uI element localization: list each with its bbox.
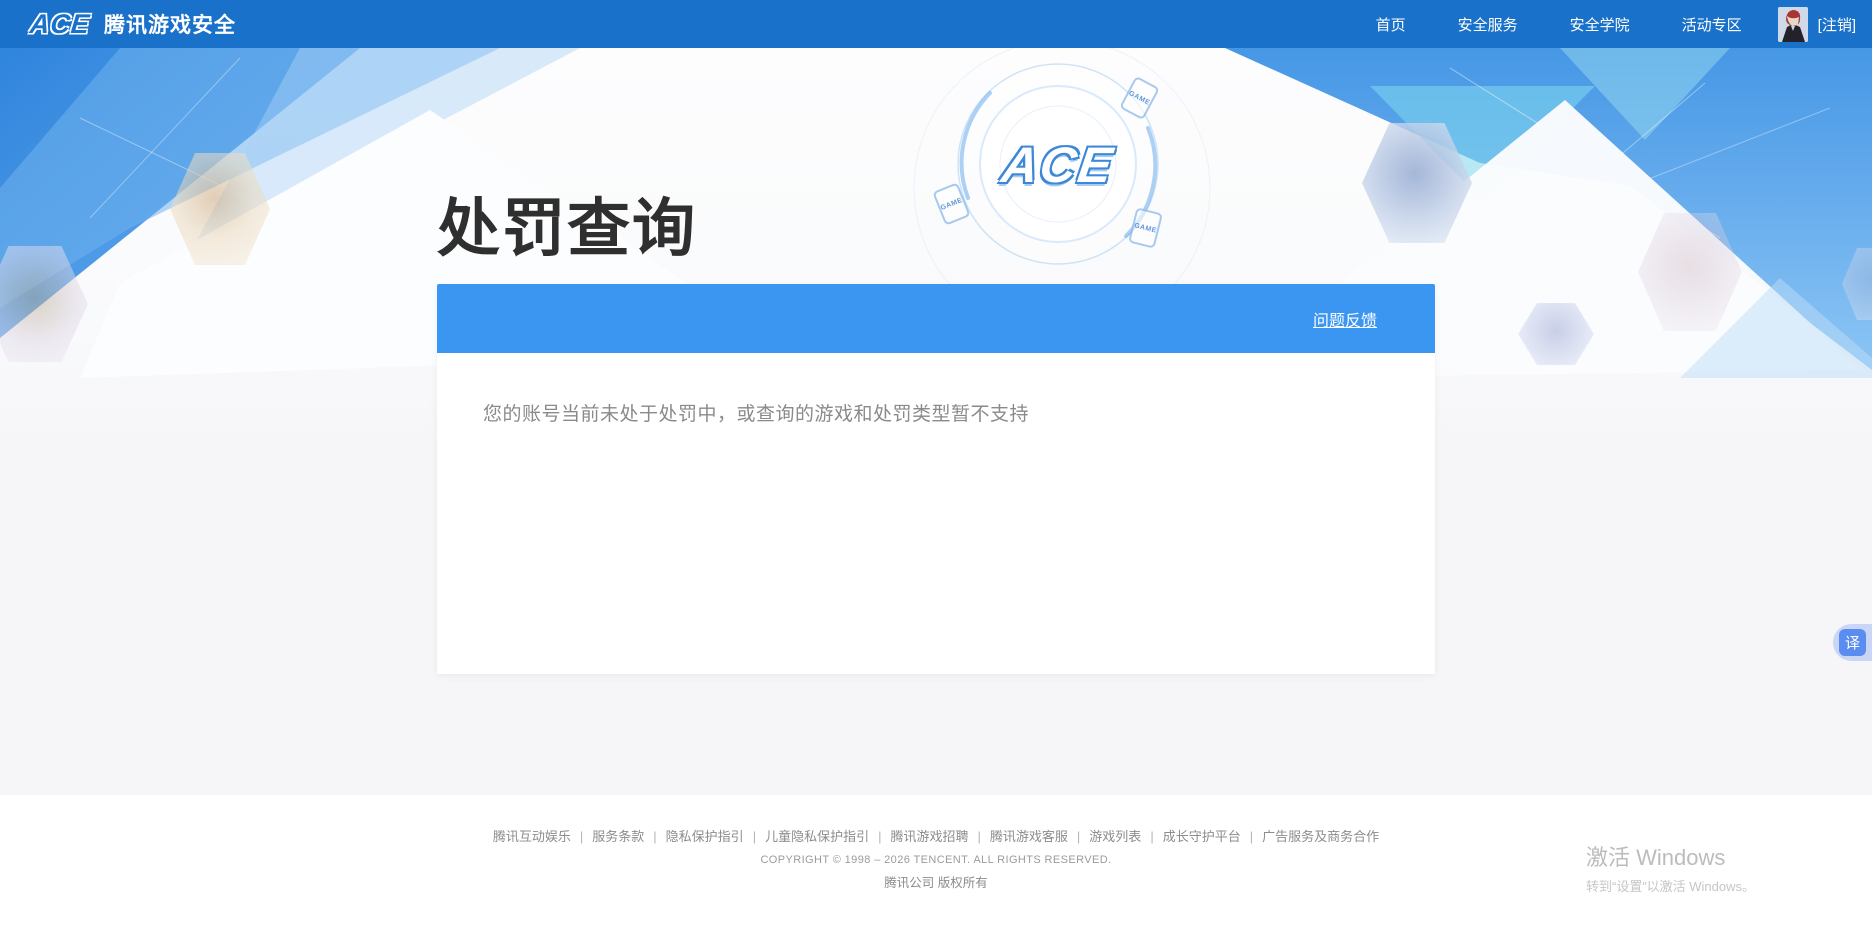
card-body: 您的账号当前未处于处罚中，或查询的游戏和处罚类型暂不支持 [437, 353, 1435, 674]
link-separator: | [1077, 829, 1080, 844]
footer-link[interactable]: 腾讯游戏招聘 [890, 829, 968, 844]
link-separator: | [753, 829, 756, 844]
card-header: 问题反馈 [437, 284, 1435, 353]
footer-link[interactable]: 服务条款 [592, 829, 644, 844]
navbar-right: 首页 安全服务 安全学院 活动专区 [注销] [1376, 0, 1856, 48]
site-logo[interactable]: ACE 腾讯游戏安全 [30, 9, 236, 40]
page: ACE 腾讯游戏安全 首页 安全服务 安全学院 活动专区 [注销] [0, 0, 1872, 935]
footer-link[interactable]: 儿童隐私保护指引 [765, 829, 869, 844]
link-separator: | [653, 829, 656, 844]
avatar[interactable] [1778, 7, 1808, 42]
link-separator: | [978, 829, 981, 844]
page-title: 处罚查询 [437, 178, 697, 269]
nav-item-security-services[interactable]: 安全服务 [1458, 14, 1518, 35]
translate-icon: 译 [1839, 629, 1866, 656]
hero-ace-emblem: ACE GAME GAME GAME [930, 58, 1186, 274]
link-separator: | [878, 829, 881, 844]
nav-item-security-academy[interactable]: 安全学院 [1570, 14, 1630, 35]
query-result-message: 您的账号当前未处于处罚中，或查询的游戏和处罚类型暂不支持 [437, 353, 1435, 426]
emblem-ace-text: ACE [998, 136, 1118, 194]
footer-links: 腾讯互动娱乐 | 服务条款 | 隐私保护指引 | 儿童隐私保护指引 | 腾讯游戏招聘 | 腾讯游戏客… [0, 826, 1872, 845]
translate-button[interactable]: 译 [1833, 624, 1872, 661]
footer-link[interactable]: 成长守护平台 [1163, 829, 1241, 844]
avatar-image [1778, 7, 1808, 42]
logout-link[interactable]: [注销] [1818, 14, 1856, 35]
footer: 腾讯互动娱乐 | 服务条款 | 隐私保护指引 | 儿童隐私保护指引 | 腾讯游戏招聘 | 腾讯游戏客… [0, 795, 1872, 935]
link-separator: | [1150, 829, 1153, 844]
feedback-link[interactable]: 问题反馈 [1313, 307, 1377, 331]
top-navbar: ACE 腾讯游戏安全 首页 安全服务 安全学院 活动专区 [注销] [0, 0, 1872, 48]
footer-link[interactable]: 隐私保护指引 [666, 829, 744, 844]
site-logo-text: 腾讯游戏安全 [104, 9, 236, 39]
link-separator: | [1250, 829, 1253, 844]
ace-logo-icon: ACE [28, 9, 91, 40]
footer-link[interactable]: 腾讯游戏客服 [990, 829, 1068, 844]
nav-item-activity-zone[interactable]: 活动专区 [1682, 14, 1742, 35]
footer-link[interactable]: 广告服务及商务合作 [1262, 829, 1379, 844]
copyright-english: COPYRIGHT © 1998 – 2026 TENCENT. ALL RIG… [0, 854, 1872, 866]
nav-links: 首页 安全服务 安全学院 活动专区 [1376, 14, 1742, 35]
nav-item-home[interactable]: 首页 [1376, 14, 1406, 35]
query-result-card: 问题反馈 您的账号当前未处于处罚中，或查询的游戏和处罚类型暂不支持 [437, 284, 1435, 674]
copyright-chinese: 腾讯公司 版权所有 [0, 872, 1872, 891]
footer-link[interactable]: 游戏列表 [1089, 829, 1141, 844]
footer-link[interactable]: 腾讯互动娱乐 [493, 829, 571, 844]
link-separator: | [580, 829, 583, 844]
